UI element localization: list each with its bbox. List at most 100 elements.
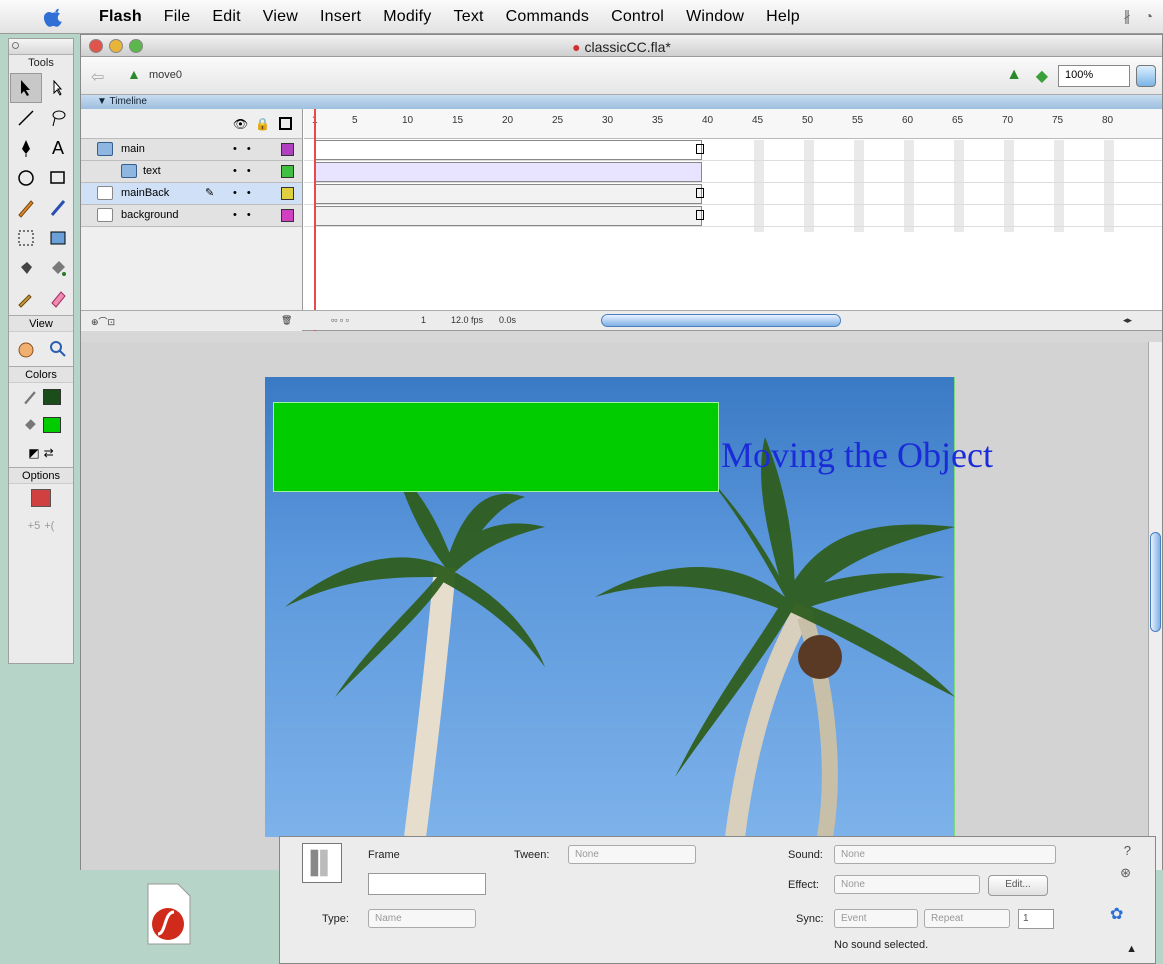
menu-edit[interactable]: Edit <box>201 8 251 26</box>
tween-select[interactable]: None <box>568 845 696 864</box>
frame-row-background[interactable] <box>304 205 1162 227</box>
frame-span[interactable] <box>314 184 702 204</box>
stage-scroll-thumb[interactable] <box>1150 532 1161 632</box>
smooth-icon[interactable]: +5 <box>28 520 41 532</box>
collapse-arrow-icon[interactable]: ▲ <box>1126 943 1137 955</box>
zoom-dropdown-button[interactable] <box>1136 65 1156 87</box>
ink-bottle-tool[interactable] <box>10 253 42 283</box>
keyframe[interactable] <box>696 144 704 154</box>
eyedropper-tool[interactable] <box>10 283 42 313</box>
window-titlebar[interactable]: ● classicCC.fla* <box>81 35 1162 57</box>
layer-row-main[interactable]: main •• <box>81 139 302 161</box>
stage-vertical-scrollbar[interactable] <box>1148 342 1162 870</box>
scene-name[interactable]: move0 <box>149 69 182 81</box>
oval-tool[interactable] <box>10 163 42 193</box>
lasso-tool[interactable] <box>42 103 74 133</box>
menu-text[interactable]: Text <box>443 8 495 26</box>
accessibility-icon[interactable]: ⊛ <box>1120 865 1131 881</box>
timeline-scrollbar-thumb[interactable] <box>601 314 841 327</box>
bluetooth-icon[interactable]: ∦ <box>1124 8 1131 25</box>
green-rectangle[interactable] <box>273 402 719 492</box>
scroll-arrows-icon[interactable]: ◂▸ <box>1123 315 1132 326</box>
line-tool[interactable] <box>10 103 42 133</box>
layer-row-text[interactable]: text •• <box>81 161 302 183</box>
keyframe[interactable] <box>696 188 704 198</box>
eraser-tool[interactable] <box>42 283 74 313</box>
stroke-color-swatch[interactable] <box>43 389 61 405</box>
repeat-count-input[interactable]: 1 <box>1018 909 1054 929</box>
delete-layer-icon[interactable]: 🗑 <box>281 315 292 326</box>
frame-name-input[interactable] <box>368 873 486 895</box>
apple-menu-icon[interactable] <box>40 6 70 28</box>
layer-visibility-dots[interactable]: •• <box>233 165 261 177</box>
hand-tool[interactable] <box>10 334 42 364</box>
onion-skin-icons[interactable]: ▫▫ ▫ ▫ <box>331 315 349 325</box>
keyframe[interactable] <box>696 210 704 220</box>
layer-outline-color[interactable] <box>281 187 294 200</box>
layer-outline-color[interactable] <box>281 209 294 222</box>
frame-span-tween[interactable] <box>314 162 702 182</box>
edit-scene-icon[interactable]: ▲ <box>1006 66 1022 84</box>
paint-bucket-tool[interactable] <box>42 253 74 283</box>
zoom-tool[interactable] <box>42 334 74 364</box>
frame-row-text[interactable] <box>304 161 1162 183</box>
layer-outline-color[interactable] <box>281 165 294 178</box>
close-icon[interactable] <box>12 42 19 49</box>
layer-visibility-dots[interactable]: •• <box>233 209 261 221</box>
layer-visibility-dots[interactable]: •• <box>233 187 261 199</box>
menu-commands[interactable]: Commands <box>495 8 600 26</box>
type-select[interactable]: Name <box>368 909 476 928</box>
menu-view[interactable]: View <box>252 8 309 26</box>
frame-row-main[interactable] <box>304 139 1162 161</box>
menu-modify[interactable]: Modify <box>372 8 442 26</box>
menu-insert[interactable]: Insert <box>309 8 372 26</box>
show-hide-icon[interactable]: 👁 <box>233 117 248 131</box>
fill-color-swatch[interactable] <box>43 417 61 433</box>
swap-colors-icon[interactable]: ⇄ <box>44 446 54 460</box>
rectangle-tool[interactable] <box>42 163 74 193</box>
flash-document-icon[interactable] <box>146 882 192 946</box>
menu-control[interactable]: Control <box>600 8 675 26</box>
outline-icon[interactable] <box>279 117 292 130</box>
pencil-tool[interactable] <box>10 193 42 223</box>
sound-select[interactable]: None <box>834 845 1056 864</box>
arrow-tool[interactable] <box>10 73 42 103</box>
layer-row-mainback[interactable]: mainBack ✎ •• <box>81 183 302 205</box>
menu-help[interactable]: Help <box>755 8 811 26</box>
settings-gear-icon[interactable]: ✿ <box>1110 904 1123 924</box>
frame-ruler[interactable]: 15101520253035404550556065707580 <box>304 109 1162 139</box>
straighten-icon[interactable]: +( <box>44 520 54 532</box>
subselect-tool[interactable] <box>42 73 74 103</box>
help-icon[interactable]: ? <box>1124 843 1131 858</box>
zoom-field[interactable]: 100% <box>1058 65 1130 87</box>
repeat-select[interactable]: Repeat <box>924 909 1010 928</box>
black-white-icon[interactable]: ◩ <box>28 446 39 460</box>
wifi-icon[interactable]: ◔ <box>1145 8 1153 25</box>
back-arrow-icon[interactable]: ⇦ <box>91 67 104 87</box>
frame-span[interactable] <box>314 206 702 226</box>
tools-palette-header[interactable] <box>9 39 73 55</box>
menu-flash[interactable]: Flash <box>88 8 153 26</box>
edit-symbols-icon[interactable]: ◆ <box>1036 66 1048 86</box>
effect-select[interactable]: None <box>834 875 980 894</box>
playhead[interactable] <box>314 109 316 331</box>
stage-heading[interactable]: Moving the Object <box>721 434 993 476</box>
fill-transform-tool[interactable] <box>42 223 74 253</box>
brush-tool[interactable] <box>42 193 74 223</box>
lock-icon[interactable]: 🔒 <box>255 117 270 131</box>
layer-row-background[interactable]: background •• <box>81 205 302 227</box>
menu-file[interactable]: File <box>153 8 202 26</box>
pen-tool[interactable] <box>10 133 42 163</box>
add-layer-icon[interactable]: ⊕⌒⊡ <box>91 315 115 328</box>
timeline-header[interactable]: ▼ Timeline <box>81 95 1162 109</box>
text-tool[interactable]: A <box>42 133 74 163</box>
menu-window[interactable]: Window <box>675 8 755 26</box>
edit-button[interactable]: Edit... <box>988 875 1048 896</box>
free-transform-tool[interactable] <box>10 223 42 253</box>
layer-visibility-dots[interactable]: •• <box>233 143 261 155</box>
snap-to-objects-icon[interactable] <box>31 489 51 507</box>
frame-row-mainback[interactable] <box>304 183 1162 205</box>
sync-select[interactable]: Event <box>834 909 918 928</box>
frame-span[interactable] <box>314 140 702 160</box>
stage[interactable]: Moving the Object <box>265 377 993 837</box>
